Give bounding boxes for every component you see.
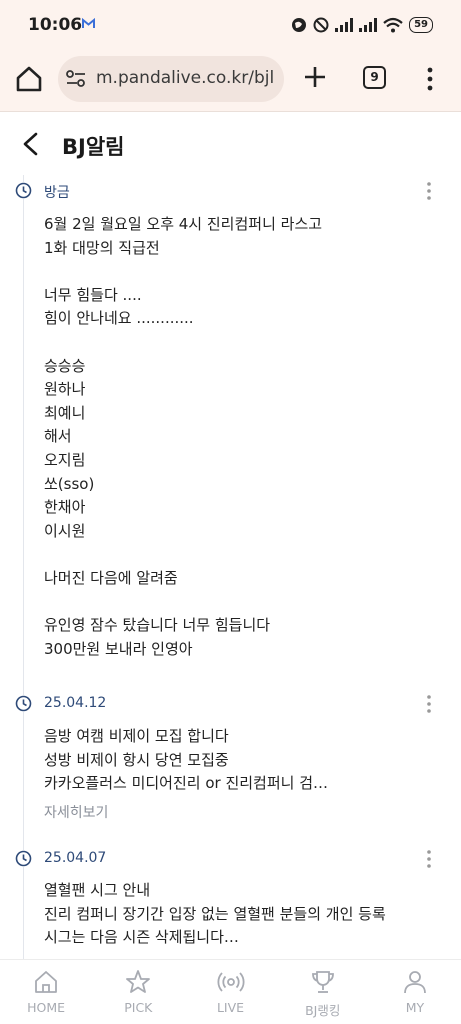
wifi-icon <box>383 17 403 33</box>
vpn-globe-icon <box>292 18 307 32</box>
nav-my[interactable]: MY <box>369 960 461 1024</box>
gmail-icon <box>82 18 95 28</box>
nav-label: BJ랭킹 <box>305 1003 341 1018</box>
do-not-disturb-icon <box>313 17 329 33</box>
tab-switcher-button[interactable]: 9 <box>363 66 386 89</box>
star-icon <box>126 970 151 993</box>
back-arrow-icon[interactable] <box>18 131 44 157</box>
timeline-line <box>23 175 24 959</box>
site-settings-icon[interactable] <box>66 70 86 88</box>
battery-indicator: 59 <box>409 17 433 33</box>
clock-icon <box>15 850 32 867</box>
nav-label: HOME <box>27 1000 66 1015</box>
notification-date: 방금 <box>44 185 70 201</box>
status-bar: 10:06 59 <box>0 0 461 50</box>
kebab-menu-icon[interactable] <box>424 694 434 714</box>
clock-icon <box>15 182 32 199</box>
kebab-menu-icon[interactable] <box>424 181 434 201</box>
notification-feed[interactable]: 방금 6월 2일 월요일 오후 4시 진리컴퍼니 라스고 1화 대망의 직급전 … <box>0 175 461 959</box>
nav-label: PICK <box>124 1000 153 1015</box>
status-time: 10:06 <box>28 15 83 35</box>
nav-bj-ranking[interactable]: BJ랭킹 <box>277 960 369 1024</box>
clock-icon <box>15 695 32 712</box>
home-icon <box>35 971 57 993</box>
notification-body[interactable]: 열혈팬 시그 안내 진리 컴퍼니 장기간 입장 없는 열혈팬 분들의 개인 등록… <box>44 879 386 950</box>
bottom-navigation: HOME PICK LIVE BJ랭킹 MY <box>0 959 461 1024</box>
nav-home[interactable]: HOME <box>0 960 92 1024</box>
notification-body[interactable]: 6월 2일 월요일 오후 4시 진리컴퍼니 라스고 1화 대망의 직급전 너무 … <box>44 213 322 661</box>
page-title: BJ알림 <box>62 135 125 159</box>
nav-live[interactable]: LIVE <box>184 960 276 1024</box>
nav-pick[interactable]: PICK <box>92 960 184 1024</box>
more-menu-icon[interactable] <box>424 66 436 92</box>
signal-1-icon <box>335 18 354 32</box>
address-bar[interactable]: m.pandalive.co.kr/bjl <box>58 56 284 102</box>
status-icons: 59 <box>291 14 433 36</box>
url-text[interactable]: m.pandalive.co.kr/bjl <box>96 68 274 88</box>
notification-date: 25.04.12 <box>44 695 107 711</box>
nav-label: LIVE <box>216 1000 245 1015</box>
nav-label: MY <box>405 1000 425 1015</box>
new-tab-icon[interactable] <box>302 64 328 90</box>
signal-2-icon <box>359 18 378 32</box>
kebab-menu-icon[interactable] <box>424 849 434 869</box>
notification-body[interactable]: 음방 여캠 비제이 모집 합니다 성방 비제이 항시 당연 모집중 카카오플러스… <box>44 725 328 796</box>
notification-date: 25.04.07 <box>44 850 107 866</box>
trophy-icon <box>311 971 334 993</box>
browser-toolbar: m.pandalive.co.kr/bjl 9 <box>0 50 461 112</box>
page-header: BJ알림 <box>0 113 461 175</box>
person-icon <box>404 971 426 994</box>
home-icon[interactable] <box>14 64 44 94</box>
see-more-link[interactable]: 자세히보기 <box>44 802 108 822</box>
live-broadcast-icon <box>217 972 244 992</box>
